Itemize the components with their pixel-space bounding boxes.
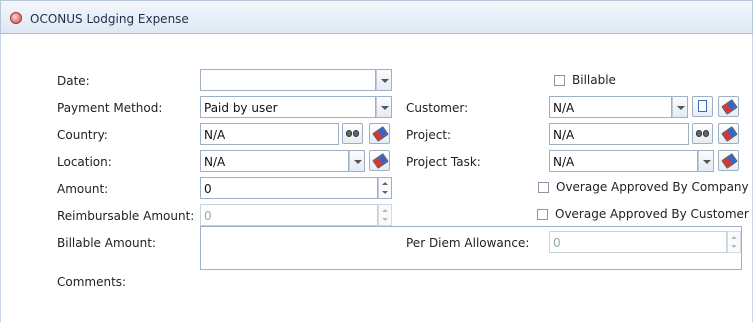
spinner-up-icon: [731, 236, 737, 239]
spinner-down-icon: [382, 218, 388, 221]
project-clear-button[interactable]: [718, 123, 739, 144]
overage-company-label: Overage Approved By Company: [556, 180, 749, 194]
project-task-label: Project Task:: [406, 155, 481, 169]
window-title: OCONUS Lodging Expense: [30, 12, 189, 26]
project-label: Project:: [406, 128, 452, 142]
app-icon: [10, 12, 22, 24]
country-input[interactable]: N/A: [200, 123, 339, 145]
country-clear-button[interactable]: [369, 123, 390, 144]
amount-spinner[interactable]: [378, 177, 392, 199]
per-diem-label: Per Diem Allowance:: [406, 236, 530, 250]
location-select[interactable]: N/A: [200, 150, 349, 172]
amount-input[interactable]: 0: [200, 177, 378, 199]
overage-customer-label: Overage Approved By Customer: [555, 207, 749, 221]
project-lookup-button[interactable]: [692, 123, 713, 144]
customer-dropdown-button[interactable]: [672, 96, 688, 118]
spinner-down-icon: [731, 245, 737, 248]
overage-customer-checkbox[interactable]: [537, 209, 548, 220]
binoculars-icon: [696, 130, 709, 138]
reimbursable-amount-spinner: [378, 204, 392, 226]
overage-company-checkbox[interactable]: [538, 182, 549, 193]
binoculars-icon: [346, 130, 359, 138]
spinner-up-icon: [382, 182, 388, 185]
spinner-up-icon: [382, 209, 388, 212]
billable-amount-label: Billable Amount:: [57, 236, 156, 250]
per-diem-spinner: [727, 231, 741, 253]
reimbursable-amount-label: Reimbursable Amount:: [57, 209, 195, 223]
billable-label: Billable: [572, 73, 616, 87]
per-diem-input: 0: [549, 231, 727, 253]
country-lookup-button[interactable]: [342, 123, 363, 144]
date-dropdown-button[interactable]: [376, 69, 392, 91]
customer-select[interactable]: N/A: [549, 96, 672, 118]
payment-method-label: Payment Method:: [57, 101, 163, 115]
new-page-icon: [698, 100, 707, 112]
eraser-icon: [721, 126, 738, 142]
eraser-icon: [372, 126, 389, 142]
location-clear-button[interactable]: [369, 150, 390, 171]
date-label: Date:: [57, 74, 90, 88]
eraser-icon: [372, 153, 389, 169]
project-task-select[interactable]: N/A: [549, 150, 698, 172]
customer-clear-button[interactable]: [718, 96, 739, 117]
spinner-down-icon: [382, 191, 388, 194]
customer-new-button[interactable]: [692, 96, 713, 117]
eraser-icon: [721, 153, 738, 169]
project-task-clear-button[interactable]: [718, 150, 739, 171]
eraser-icon: [721, 99, 738, 115]
reimbursable-amount-input: 0: [200, 204, 378, 226]
window-titlebar: OCONUS Lodging Expense: [0, 0, 753, 34]
amount-label: Amount:: [57, 182, 109, 196]
project-input[interactable]: N/A: [549, 123, 689, 145]
date-input[interactable]: [200, 69, 376, 91]
project-task-dropdown-button[interactable]: [698, 150, 714, 172]
location-dropdown-button[interactable]: [349, 150, 365, 172]
billable-checkbox[interactable]: [554, 75, 565, 86]
payment-method-dropdown-button[interactable]: [376, 96, 392, 118]
customer-label: Customer:: [406, 101, 469, 115]
location-label: Location:: [57, 155, 112, 169]
country-label: Country:: [57, 128, 108, 142]
comments-label: Comments:: [57, 275, 127, 289]
payment-method-select[interactable]: Paid by user: [200, 96, 376, 118]
